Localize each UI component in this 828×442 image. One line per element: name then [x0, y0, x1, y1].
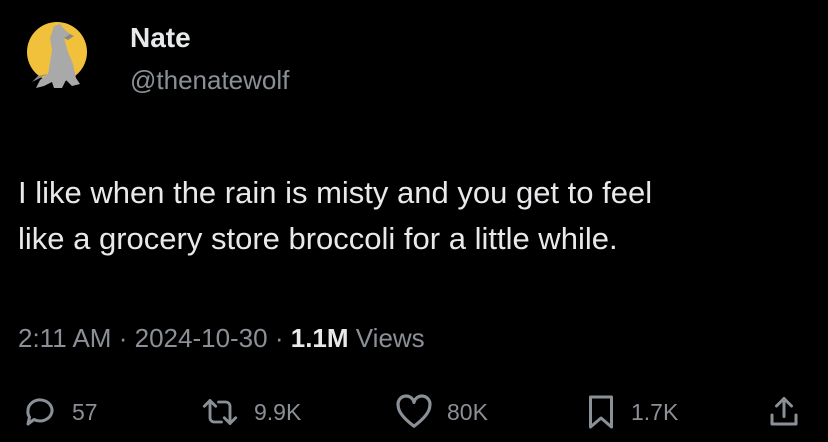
share-button[interactable]	[766, 392, 802, 432]
bookmark-count: 1.7K	[631, 398, 679, 425]
reply-button[interactable]: 57	[22, 392, 98, 432]
tweet-text-line: I like when the rain is misty and you ge…	[18, 175, 653, 210]
share-icon	[770, 397, 798, 426]
like-count: 80K	[447, 398, 488, 425]
reply-icon	[26, 398, 54, 426]
repost-icon	[202, 399, 238, 425]
author-name[interactable]: Nate	[130, 22, 191, 54]
tweet-date[interactable]: 2024-10-30	[135, 323, 268, 353]
heart-icon	[396, 394, 432, 428]
action-bar: 57 9.9K 80K 1.7K	[0, 392, 828, 432]
bookmark-icon	[589, 395, 613, 429]
bookmark-button[interactable]: 1.7K	[585, 392, 678, 432]
views-label: Views	[355, 323, 425, 353]
avatar[interactable]	[18, 12, 96, 98]
reply-count: 57	[72, 398, 98, 425]
like-button[interactable]: 80K	[395, 392, 488, 432]
repost-count: 9.9K	[254, 398, 302, 425]
howling-wolf-moon-avatar-icon	[27, 22, 87, 88]
tweet-meta: 2:11 AM · 2024-10-30 · 1.1M Views	[18, 322, 425, 354]
tweet-time[interactable]: 2:11 AM	[18, 323, 111, 353]
author-handle[interactable]: @thenatewolf	[130, 64, 289, 96]
meta-separator: ·	[118, 323, 128, 353]
views-count[interactable]: 1.1M	[291, 323, 349, 353]
meta-separator: ·	[274, 323, 284, 353]
repost-button[interactable]: 9.9K	[200, 392, 301, 432]
tweet-text: I like when the rain is misty and you ge…	[18, 170, 808, 262]
tweet-text-line: like a grocery store broccoli for a litt…	[18, 221, 618, 256]
